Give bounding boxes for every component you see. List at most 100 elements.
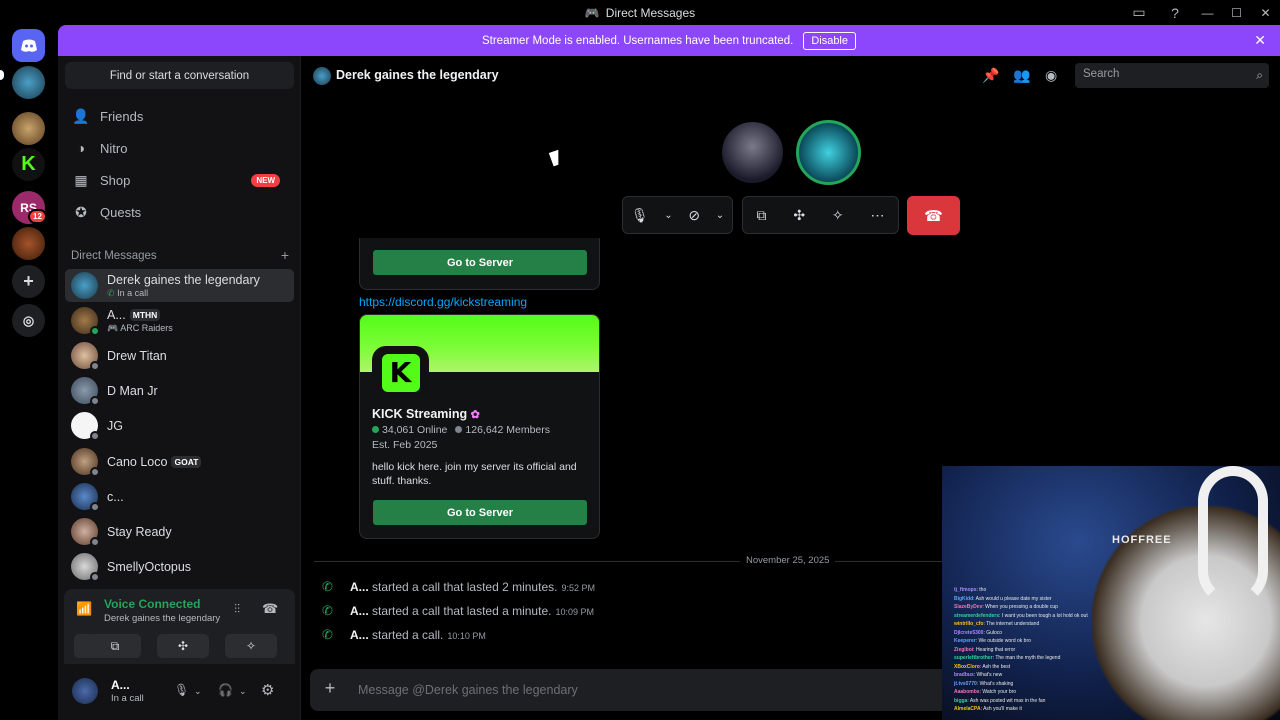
call-participant-avatar[interactable] [720, 120, 785, 185]
chevron-down-icon[interactable]: ⌄ [664, 210, 672, 221]
server-kick[interactable]: K [12, 148, 45, 181]
dm-item-c[interactable]: c... [65, 480, 294, 513]
nav-quests[interactable]: ✪ Quests [68, 198, 294, 226]
chat-username: Keeperer [954, 638, 976, 644]
phone-icon: ✆ [322, 603, 333, 618]
avatar [71, 307, 100, 336]
dm-item-drew-titan[interactable]: Drew Titan [65, 339, 294, 372]
dm-item-stay-ready[interactable]: Stay Ready [65, 515, 294, 548]
chat-line: AlmelaCPA: Ash you'll make it [954, 705, 1104, 714]
minimize-button[interactable]: — [1193, 0, 1222, 25]
chat-line: Djlcrete5300: Guloco [954, 629, 1104, 638]
go-to-server-button[interactable]: Go to Server [373, 500, 587, 525]
chat-message: : What's shaking [976, 680, 1014, 687]
nav-shop[interactable]: ▦ Shop NEW [68, 166, 294, 194]
server-avatar-car[interactable] [12, 66, 45, 99]
call-icon: ✆ [107, 287, 115, 298]
dm-item-cano-loco[interactable]: Cano Loco GOAT [65, 445, 294, 478]
more-options-icon[interactable]: ⋯ [871, 207, 885, 224]
create-dm-icon[interactable]: + [281, 248, 289, 262]
dm-item-smelly-octopus[interactable]: SmellyOctopus [65, 550, 294, 583]
window-title: 🎮 Direct Messages [584, 5, 696, 20]
pin-icon[interactable]: 📌 [982, 67, 999, 84]
avatar [71, 448, 100, 477]
soundboard-button[interactable]: ✧ [225, 634, 277, 658]
avatar [71, 272, 98, 299]
quests-icon: ✪ [75, 203, 87, 220]
noise-suppression-icon[interactable]: ⫶⫶ [234, 602, 240, 617]
activities-button[interactable]: ✣ [157, 634, 209, 658]
user-profile-icon[interactable]: ◉ [1045, 67, 1057, 84]
chevron-down-icon[interactable]: ⌄ [239, 686, 247, 697]
server-avatar-5[interactable] [12, 227, 45, 260]
camera-off-icon[interactable]: ⊘ [688, 207, 700, 224]
mouse-cursor [548, 149, 564, 167]
chat-username: AlmelaCPA [954, 706, 981, 712]
add-friends-to-dm-icon[interactable]: 👥 [1013, 67, 1030, 84]
date-divider [314, 561, 954, 562]
game-icon: 🎮 [107, 322, 119, 333]
soundboard-icon[interactable]: ✧ [832, 207, 844, 224]
chat-username: Djlcrete5300 [954, 629, 984, 636]
online-dot [372, 426, 379, 433]
chat-line: Aaabombs: Watch your bro [954, 688, 1104, 697]
chat-username: BigKidd [954, 595, 974, 602]
server-avatar-2[interactable] [12, 112, 45, 145]
chat-message: : Ash was posted wit max in the fan [967, 697, 1046, 704]
activities-icon: ✣ [177, 639, 189, 653]
call-participant-avatar-speaking[interactable] [796, 120, 861, 185]
chat-username: SlazeByDev [954, 604, 983, 610]
chat-message: : Guloco [983, 629, 1003, 636]
unread-pill [0, 70, 4, 80]
home-button[interactable] [12, 29, 45, 62]
nav-friends[interactable]: 👤 Friends [68, 102, 294, 130]
nav-nitro[interactable]: ◑ Nitro [68, 134, 294, 162]
inbox-icon[interactable]: ▭ [1121, 0, 1157, 25]
chat-message: : Ash the best [979, 663, 1011, 670]
hang-up-button[interactable]: ☎ [907, 196, 960, 235]
headphones-icon[interactable]: 🎧 [218, 683, 233, 697]
mic-icon[interactable]: 🎙 [174, 683, 189, 697]
microphone-icon[interactable]: 🎙 [631, 207, 649, 224]
chat-line: XBoxCloro: Ash the best [954, 663, 1104, 672]
find-conversation-button[interactable]: Find or start a conversation [65, 62, 294, 89]
discover-button[interactable]: ◎ [12, 304, 45, 337]
avatar [71, 553, 100, 582]
search-input[interactable]: Search ⌕ [1075, 63, 1269, 88]
search-icon: ⌕ [1256, 68, 1263, 82]
settings-gear-icon[interactable]: ⚙ [261, 681, 274, 699]
screen-share-icon[interactable]: ⧉ [756, 207, 766, 224]
close-window-button[interactable]: ✕ [1251, 0, 1280, 25]
signal-icon[interactable]: 📶 [76, 601, 92, 617]
chevron-down-icon[interactable]: ⌄ [194, 686, 202, 697]
attach-plus-icon[interactable]: + [320, 678, 340, 698]
dm-item-jg[interactable]: JG [65, 409, 294, 442]
discord-logo-icon [20, 39, 37, 52]
message-input[interactable] [358, 679, 958, 701]
chat-username: XBoxCloro [954, 663, 980, 670]
help-icon[interactable]: ? [1157, 0, 1193, 25]
invite-embed: K KICK Streaming ✿ 34,061 Online 126,642… [359, 314, 600, 539]
kick-logo-icon: K [381, 353, 420, 392]
invite-link[interactable]: https://discord.gg/kickstreaming [359, 295, 527, 309]
members-dot [455, 426, 463, 433]
avatar [71, 483, 100, 512]
webcam-overlay: HOFFREE tj_ftmops: tho BigKidd: Ash would… [942, 466, 1280, 720]
go-to-server-button[interactable]: Go to Server [373, 250, 587, 275]
user-avatar[interactable] [72, 678, 98, 704]
chat-message: : Ash would u please date my sister [973, 595, 1052, 602]
chevron-down-icon[interactable]: ⌄ [716, 210, 724, 221]
streamer-mode-banner: Streamer Mode is enabled. Usernames have… [58, 25, 1280, 56]
dm-item-derek[interactable]: Derek gaines the legendary ✆ In a call [65, 269, 294, 302]
chat-message: : Hearing that error [973, 646, 1016, 653]
close-banner-icon[interactable]: ✕ [1254, 32, 1266, 49]
disable-streamer-mode-button[interactable]: Disable [803, 31, 856, 50]
dm-item-d-man-jr[interactable]: D Man Jr [65, 374, 294, 407]
add-server-button[interactable]: + [12, 265, 45, 298]
disconnect-icon[interactable]: ☎ [262, 601, 278, 617]
chat-username: streamerdefenders [954, 612, 1000, 619]
dm-item-a[interactable]: A... MTHN 🎮 ARC Raiders [65, 304, 294, 337]
maximize-button[interactable]: ☐ [1222, 0, 1251, 25]
screen-share-button[interactable]: ⧉ [89, 634, 141, 658]
activities-icon[interactable]: ✣ [793, 207, 805, 224]
